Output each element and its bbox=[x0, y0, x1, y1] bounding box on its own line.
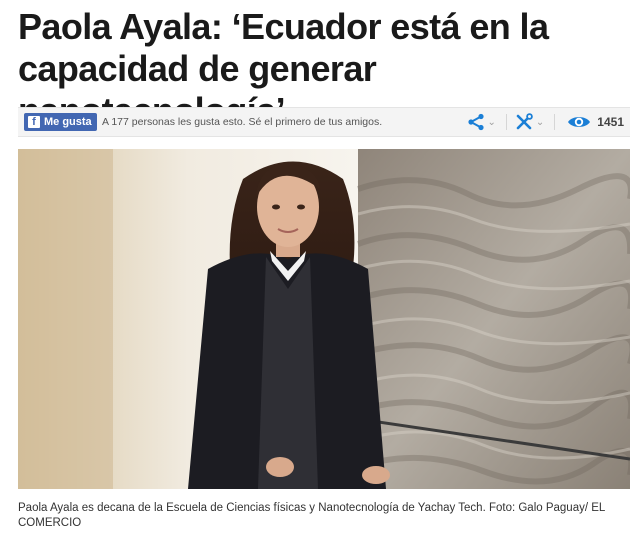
share-icon bbox=[467, 113, 484, 131]
chevron-down-icon: ⌄ bbox=[487, 116, 496, 128]
portrait-photo bbox=[18, 149, 630, 489]
headline-line-1: Paola Ayala: ‘Ecuador está en la bbox=[18, 6, 549, 47]
toolbar-divider bbox=[505, 114, 507, 130]
tools-button[interactable]: ⌄ bbox=[515, 113, 552, 131]
likes-count-text: A 177 personas les gusta esto. Sé el pri… bbox=[102, 116, 383, 128]
facebook-icon: f bbox=[28, 116, 40, 128]
views-counter: 1451 bbox=[567, 114, 624, 130]
photo-caption: Paola Ayala es decana de la Escuela de C… bbox=[18, 502, 605, 529]
facebook-like-button[interactable]: f Me gusta bbox=[24, 113, 97, 131]
wrench-screwdriver-icon bbox=[516, 113, 533, 130]
share-button[interactable]: ⌄ bbox=[467, 113, 504, 131]
views-count: 1451 bbox=[597, 115, 624, 129]
eye-icon bbox=[568, 117, 591, 127]
article-photo bbox=[18, 149, 630, 489]
chevron-down-icon: ⌄ bbox=[535, 116, 545, 128]
article-tools: ⌄ ⌄ 1451 bbox=[467, 111, 624, 133]
like-button-label: Me gusta bbox=[44, 116, 92, 128]
toolbar-divider bbox=[554, 114, 556, 130]
social-toolbar: f Me gusta A 177 personas les gusta esto… bbox=[18, 107, 630, 137]
